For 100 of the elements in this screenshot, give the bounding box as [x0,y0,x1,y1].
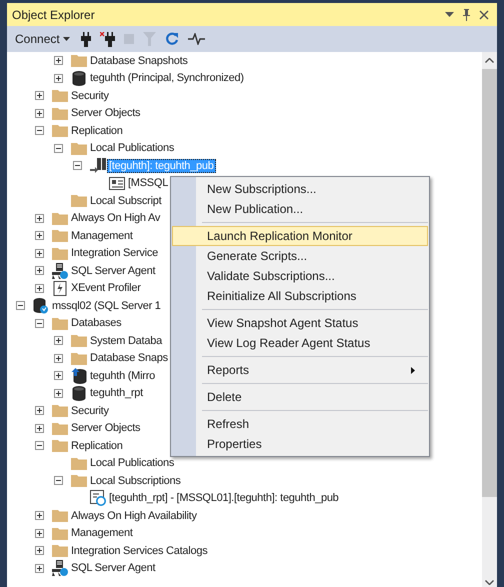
tree-item[interactable]: SQL Server Agent [69,264,158,278]
disconnect-icon[interactable] [100,32,115,46]
tree-item[interactable]: Replication [69,124,125,138]
expand-icon[interactable] [35,406,44,416]
scrollbar[interactable] [482,52,497,587]
folder-icon [52,526,68,540]
menu-item[interactable]: Launch Replication Monitor [172,226,428,246]
lightning-document-icon [52,280,68,296]
tree-item[interactable]: Security [69,404,111,418]
menu-item[interactable]: Reinitialize All Subscriptions [172,286,428,306]
tree-item[interactable]: teguhth (Principal, Synchronized) [88,71,246,86]
menu-item[interactable]: Properties [172,434,428,454]
folder-icon [71,474,87,488]
menu-item[interactable]: View Log Reader Agent Status [172,333,428,353]
tree-item[interactable]: teguhth_rpt [88,386,145,400]
database-icon [71,70,87,86]
menu-item[interactable]: Refresh [172,414,428,434]
tree-item[interactable]: Replication [69,438,125,453]
expand-icon[interactable] [54,74,63,83]
folder-icon [52,404,68,418]
tree-item[interactable]: Always On High Availability [69,508,199,523]
folder-icon [52,544,68,558]
expand-icon[interactable] [35,248,44,258]
tree-item[interactable]: Server Objects [69,106,142,120]
folder-icon [52,212,68,225]
tree-item[interactable]: teguhth (Mirro [88,368,157,383]
tree-item[interactable]: Local Subscript [88,194,164,208]
scroll-thumb[interactable] [482,69,497,497]
expand-icon[interactable] [54,388,63,398]
collapse-icon[interactable] [35,126,44,136]
connect-button[interactable]: Connect [13,31,72,47]
folder-icon [52,229,68,242]
tree-item[interactable]: [MSSQL [126,176,170,190]
folder-icon [52,439,68,452]
tree-item[interactable]: [teguhth_rpt] - [MSSQL01].[teguhth]: teguhth_pub [107,491,341,506]
folder-icon [71,142,87,155]
expand-icon[interactable] [35,424,44,433]
tree-item[interactable]: Security [69,88,111,103]
refresh-icon[interactable] [164,32,179,46]
menu-item[interactable]: New Subscriptions... [172,179,428,199]
tree-item[interactable]: Management [69,526,135,540]
close-icon[interactable] [479,10,489,20]
collapse-icon[interactable] [73,161,82,170]
menu-item[interactable]: Validate Subscriptions... [172,266,428,286]
tree-item[interactable]: Integration Service [69,246,160,260]
expand-icon[interactable] [35,266,44,276]
caret-icon [62,37,70,41]
expand-icon[interactable] [35,511,44,520]
scroll-down-icon[interactable] [485,580,494,585]
menu-item[interactable]: Reports [172,360,428,380]
collapse-icon[interactable] [35,441,44,450]
scroll-up-icon[interactable] [485,58,494,63]
tree-item[interactable]: Local Publications [88,456,176,470]
expand-icon[interactable] [54,371,63,380]
folder-icon [52,106,68,120]
expand-icon[interactable] [54,56,63,66]
tree-item[interactable]: mssql02 (SQL Server 1 [50,298,163,313]
tree-item[interactable]: Local Publications [88,141,176,156]
menu-item[interactable]: New Publication... [172,199,428,219]
folder-icon [52,509,68,522]
dropdown-icon[interactable] [445,12,454,17]
collapse-icon[interactable] [35,318,44,328]
tree-item[interactable]: XEvent Profiler [69,281,143,296]
collapse-icon[interactable] [54,476,63,486]
activity-icon[interactable] [188,33,205,45]
expand-icon[interactable] [35,214,44,223]
expand-icon[interactable] [35,91,44,100]
expand-icon[interactable] [35,528,44,538]
tree-item[interactable]: Always On High Av [69,211,162,226]
folder-icon [71,54,87,68]
tree-item[interactable]: Integration Services Catalogs [69,544,210,558]
menu-item[interactable]: Delete [172,387,428,407]
tree-item[interactable]: Management [69,228,135,243]
folder-icon [52,316,68,330]
folder-icon [52,89,68,102]
expand-icon[interactable] [35,546,44,556]
tree-item[interactable]: Database Snapshots [88,54,190,68]
collapse-icon[interactable] [16,301,25,310]
expand-icon[interactable] [54,354,63,363]
tree-item[interactable]: SQL Server Agent [69,561,158,576]
expand-icon[interactable] [35,108,44,118]
expand-icon[interactable] [35,564,44,573]
menu-item[interactable]: View Snapshot Agent Status [172,313,428,333]
expand-icon[interactable] [54,336,63,346]
folder-icon [52,422,68,435]
collapse-icon[interactable] [54,144,63,153]
agent-icon [52,262,68,279]
expand-icon[interactable] [35,284,44,293]
menu-item[interactable]: Generate Scripts... [172,246,428,266]
submenu-arrow-icon [411,366,415,374]
tree-item[interactable]: Databases [69,316,124,330]
tree-item[interactable]: Database Snaps [88,351,170,366]
tree-item[interactable]: Local Subscriptions [88,474,183,488]
server-icon [33,298,49,314]
plug-icon[interactable] [80,32,91,46]
pin-icon[interactable] [462,8,471,20]
expand-icon[interactable] [35,231,44,240]
folder-icon [71,456,87,470]
tree-item[interactable]: Server Objects [69,421,142,436]
tree-item[interactable]: System Databa [88,334,164,348]
